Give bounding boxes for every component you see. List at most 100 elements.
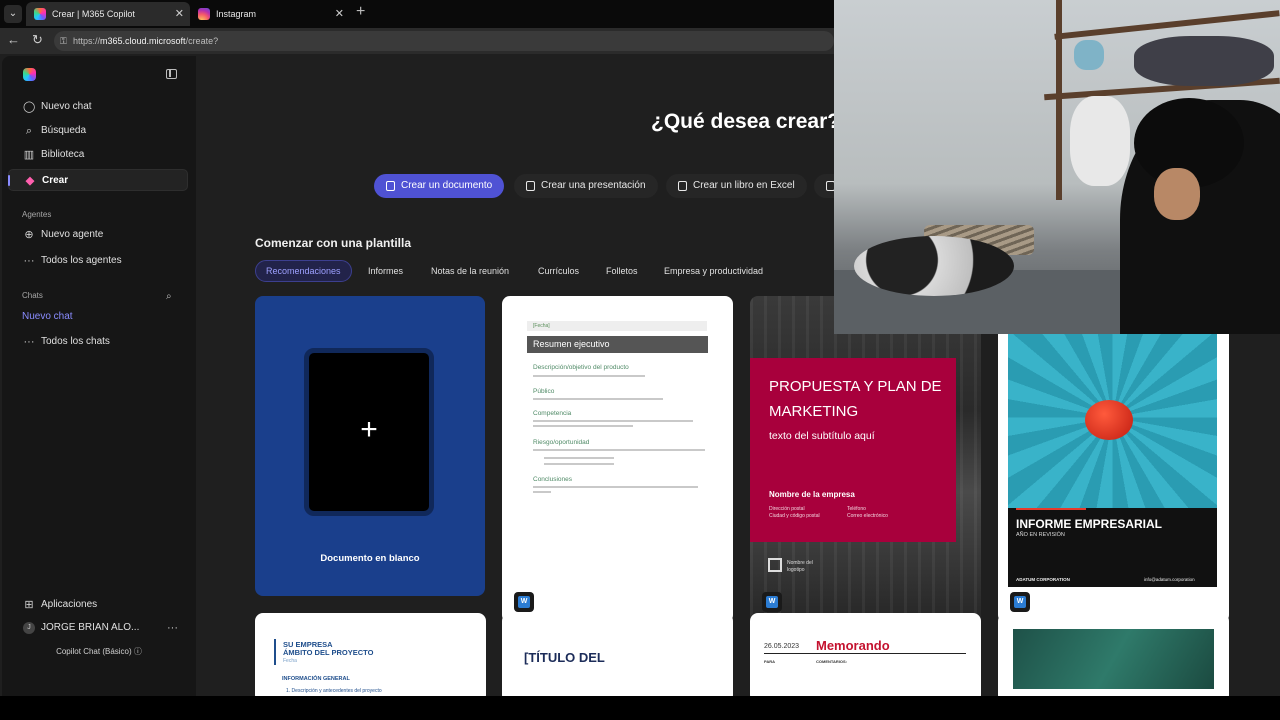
url-field[interactable]: ⚿ https://m365.cloud.microsoft/create? [54, 31, 834, 51]
blank-document-icon: + [304, 348, 434, 516]
close-tab-icon[interactable]: ✕ [335, 2, 344, 26]
sidebar-item-all-chats[interactable]: ··· Todos los chats [8, 331, 188, 353]
site-info-icon[interactable]: ⚿ [60, 31, 67, 51]
template-card-title-cover[interactable]: [TÍTULO DEL [502, 613, 733, 703]
template-card-photo[interactable] [998, 613, 1229, 703]
plus-icon: + [360, 413, 378, 446]
phone-line: Teléfono [847, 506, 866, 512]
text-line [533, 425, 633, 427]
template-cover-image [1013, 629, 1214, 689]
search-icon: ⌕ [25, 125, 33, 137]
create-button-label: Crear un libro en Excel [693, 180, 795, 191]
chats-section-label: Chats [22, 291, 43, 300]
logo-name: Nombre del logotipo [787, 560, 813, 573]
red-sphere-graphic [1085, 400, 1133, 440]
create-document-button[interactable]: Crear un documento [374, 174, 505, 198]
more-icon: ··· [23, 336, 35, 348]
filter-empresa[interactable]: Empresa y productividad [654, 260, 773, 282]
user-account[interactable]: J JORGE BRIAN ALO... ··· [8, 618, 188, 638]
screen: ⌄ Crear | M365 Copilot ✕ Instagram ✕ + ←… [0, 0, 1280, 720]
sidebar-item-label: Nuevo chat [41, 101, 92, 112]
project-scope-title: ÁMBITO DEL PROYECTO [283, 648, 374, 657]
sidebar-item-label: Nuevo agente [41, 229, 104, 240]
page-title: ¿Qué desea crear? [651, 110, 841, 133]
new-tab-icon[interactable]: + [356, 3, 365, 21]
doc-heading: Resumen ejecutivo [527, 336, 708, 353]
create-icon: ◆ [25, 175, 35, 187]
text-line [533, 486, 698, 488]
main-content: ¿Qué desea crear? Crear un documento Cre… [196, 56, 1229, 703]
tab-title: Instagram [216, 9, 257, 19]
collapse-sidebar-icon[interactable] [166, 69, 177, 79]
tab-copilot[interactable]: Crear | M365 Copilot ✕ [26, 2, 190, 26]
copilot-logo-icon[interactable] [23, 68, 36, 81]
cover-title: [TÍTULO DEL [524, 650, 605, 665]
marketing-title: PROPUESTA Y PLAN DE MARKETING [769, 378, 942, 420]
memo-rule [764, 653, 966, 654]
city-line: Ciudad y código postal [769, 513, 820, 519]
filter-recomendaciones[interactable]: Recomendaciones [255, 260, 352, 282]
project-date: Fecha [283, 658, 297, 664]
user-name: JORGE BRIAN ALO... [41, 622, 140, 633]
filter-folletos[interactable]: Folletos [596, 260, 648, 282]
reload-icon[interactable]: ↻ [32, 32, 43, 48]
sidebar-item-library[interactable]: ▥ Biblioteca [8, 144, 188, 166]
email-line: Correo electrónico [847, 513, 888, 519]
tab-instagram[interactable]: Instagram ✕ [190, 2, 350, 26]
create-excel-button[interactable]: Crear un libro en Excel [666, 174, 807, 198]
url-host: m365.cloud.microsoft [100, 36, 186, 46]
webcam-overlay [834, 0, 1280, 334]
plan-label[interactable]: Copilot Chat (Básico) ⓘ [2, 646, 196, 657]
templates-title: Comenzar con una plantilla [255, 236, 412, 250]
hanging-clothes [1070, 96, 1130, 186]
more-icon: ··· [23, 255, 35, 267]
sidebar-item-search[interactable]: ⌕ Búsqueda [8, 120, 188, 142]
more-options-icon[interactable]: ··· [167, 618, 178, 638]
sidebar-item-label: Biblioteca [41, 149, 85, 160]
info-icon[interactable]: ⓘ [134, 647, 142, 656]
filter-notas[interactable]: Notas de la reunión [421, 260, 519, 282]
template-card-business-report[interactable]: INFORME EMPRESARIAL AÑO EN REVISIÓN ADAT… [998, 334, 1229, 623]
template-card-blank[interactable]: + Documento en blanco [255, 296, 485, 596]
dog [854, 236, 1014, 296]
sidebar-item-apps[interactable]: ⊞ Aplicaciones [8, 594, 188, 616]
sidebar-item-all-agents[interactable]: ··· Todos los agentes [8, 250, 188, 272]
close-tab-icon[interactable]: ✕ [175, 2, 184, 26]
apps-icon: ⊞ [24, 599, 34, 611]
shelf-post [1056, 0, 1062, 200]
back-icon[interactable]: ← [7, 32, 20, 47]
sidebar-item-label: Búsqueda [41, 125, 87, 136]
filter-informes[interactable]: Informes [358, 260, 413, 282]
template-card-marketing[interactable]: PROPUESTA Y PLAN DE MARKETING texto del … [750, 296, 981, 623]
sidebar-item-new-agent[interactable]: ⊕ Nuevo agente [8, 224, 188, 246]
tab-title: Crear | M365 Copilot [52, 9, 135, 19]
plush-toy [1074, 40, 1104, 70]
library-icon: ▥ [23, 149, 35, 161]
clothes-pile [1134, 36, 1274, 86]
text-line [544, 457, 614, 459]
memo-title: Memorando [816, 638, 890, 653]
text-line [544, 463, 614, 465]
marketing-company: Nombre de la empresa [769, 490, 855, 499]
template-card-project-scope[interactable]: SU EMPRESA ÁMBITO DEL PROYECTO Fecha INFO… [255, 613, 486, 703]
search-chats-icon[interactable]: ⌕ [166, 291, 172, 302]
doc-section: Descripción/objetivo del producto [533, 364, 629, 371]
report-subtitle: AÑO EN REVISIÓN [1016, 532, 1065, 538]
sidebar-item-create[interactable]: ◆ Crear [8, 169, 188, 191]
sidebar-item-new-chat[interactable]: ◯ Nuevo chat [8, 96, 188, 118]
tab-list-dropdown[interactable]: ⌄ [4, 5, 22, 23]
shelf [1054, 10, 1280, 40]
marketing-contact: Teléfono Correo electrónico [847, 506, 888, 520]
template-card-memo[interactable]: 26.05.2023 Memorando PARA COMENTARIOS: [750, 613, 981, 703]
plan-text: Copilot Chat (Básico) [56, 647, 132, 656]
chat-bubble-icon: ◯ [23, 101, 36, 113]
accent-line [1016, 508, 1086, 510]
filter-curriculos[interactable]: Currículos [528, 260, 589, 282]
url-prefix: https:// [73, 36, 101, 46]
sidebar-item-label: Todos los agentes [41, 255, 122, 266]
template-card-executive-summary[interactable]: [Fecha] Resumen ejecutivo Descripción/ob… [502, 296, 733, 623]
create-presentation-button[interactable]: Crear una presentación [514, 174, 658, 198]
doc-date: [Fecha] [527, 321, 707, 331]
create-button-label: Crear un documento [401, 180, 493, 191]
current-chat-link[interactable]: Nuevo chat [22, 311, 73, 322]
